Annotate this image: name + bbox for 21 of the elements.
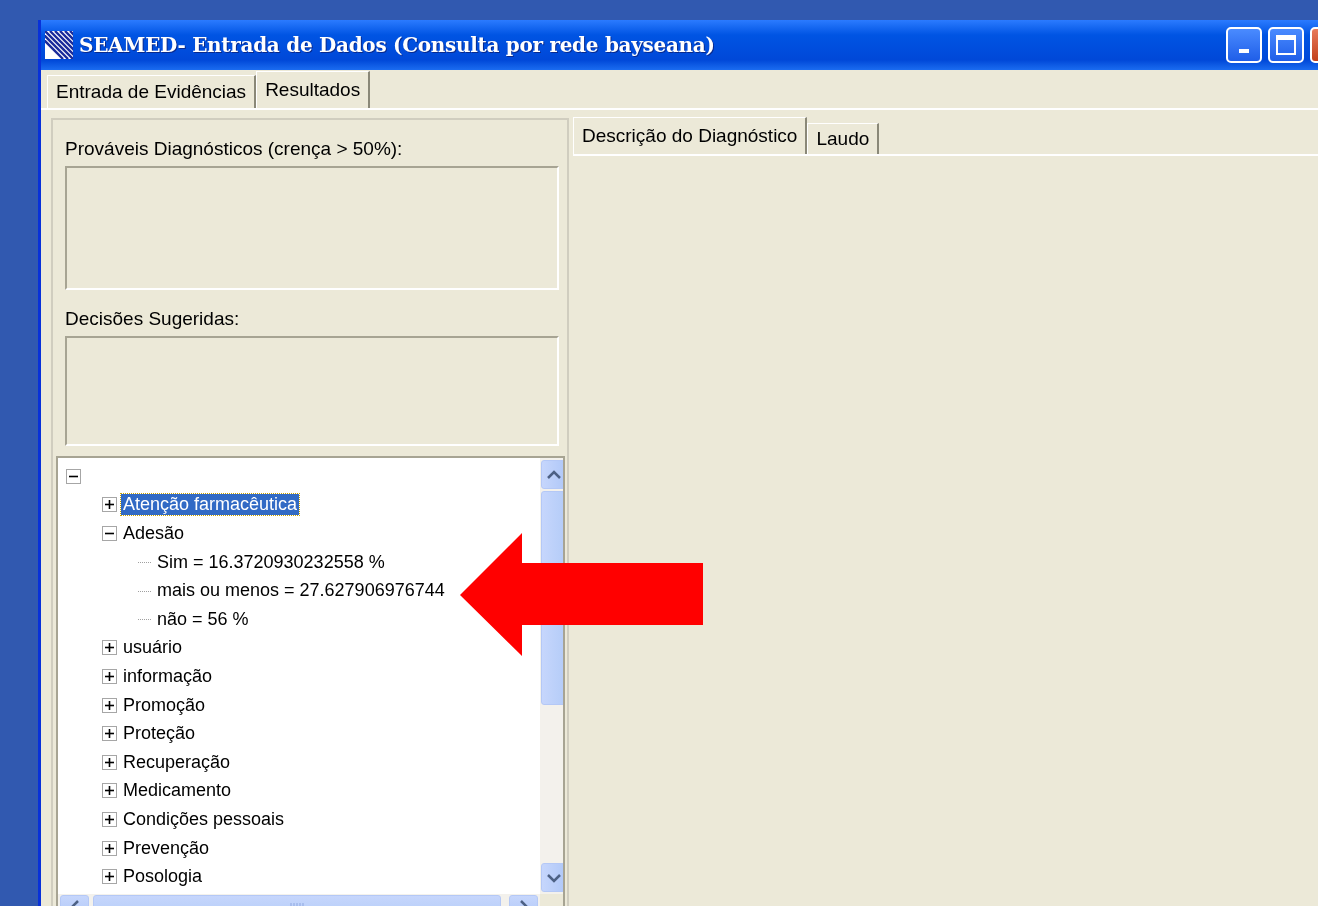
group-label: Decisões Sugeridas: xyxy=(65,308,241,330)
tree-item[interactable]: Recuperação xyxy=(121,751,233,773)
tab[interactable]: Descrição do Diagnóstico xyxy=(573,117,808,154)
tree-item[interactable]: mais ou menos = 27.627906976744 xyxy=(155,580,447,602)
tree-item[interactable]: Adesão xyxy=(121,523,187,544)
tree-item[interactable]: Proteção xyxy=(121,723,198,745)
tree-item[interactable]: Sim = 16.3720930232558 % xyxy=(155,551,387,573)
tab[interactable]: Resultados xyxy=(256,71,371,108)
tab[interactable]: Laudo xyxy=(807,123,880,154)
tree-item[interactable]: informação xyxy=(121,665,215,687)
tree-item[interactable]: Posologia xyxy=(121,866,205,888)
tree-item[interactable]: usuário xyxy=(121,637,185,659)
tree-item[interactable]: Promoção xyxy=(121,694,208,716)
tree-item[interactable]: não = 56 % xyxy=(155,608,251,630)
tree-item[interactable]: Atenção farmacêutica xyxy=(121,494,300,516)
tree-item[interactable]: Condições pessoais xyxy=(121,808,287,830)
group-label: Prováveis Diagnósticos (crença > 50%): xyxy=(65,138,404,160)
window-title: SEAMED- Entrada de Dados (Consulta por rede bayseana) xyxy=(79,33,716,57)
tree-item[interactable]: Prevenção xyxy=(121,837,212,859)
tab[interactable]: Entrada de Evidências xyxy=(47,75,257,108)
tree-item[interactable]: Medicamento xyxy=(121,780,234,802)
